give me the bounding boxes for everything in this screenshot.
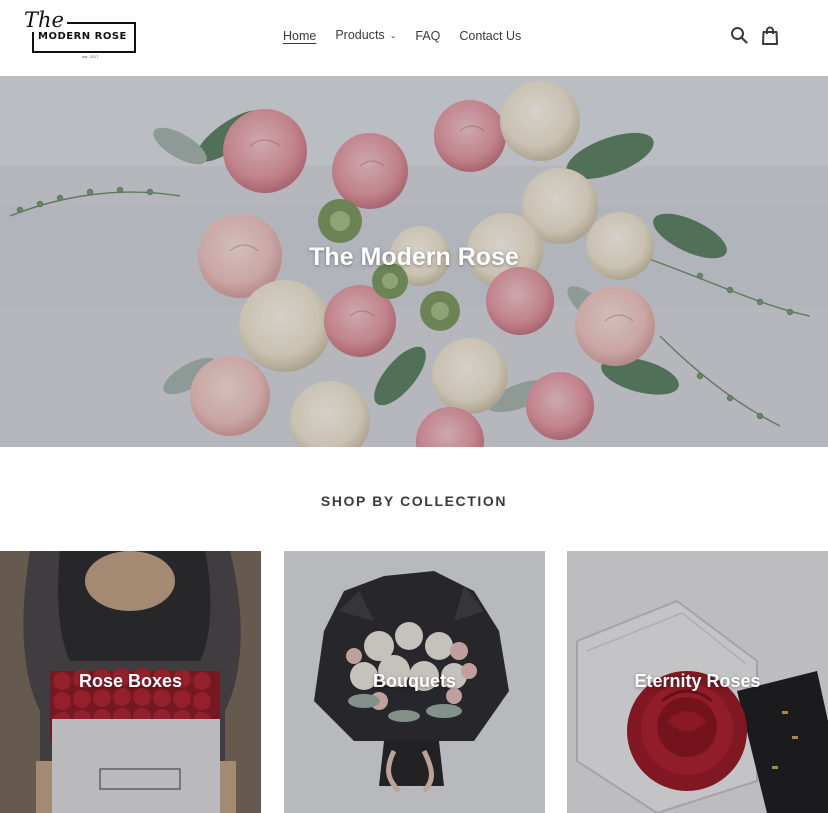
main-nav: Home Products ⌄ FAQ Contact Us: [283, 27, 540, 45]
logo-name: MODERN ROSE: [38, 31, 127, 42]
collection-card-bouquets[interactable]: Bouquets: [284, 551, 545, 813]
logo-script: The: [24, 8, 67, 32]
cart-icon[interactable]: [759, 24, 781, 46]
collection-label: Bouquets: [373, 671, 456, 691]
chevron-down-icon: ⌄: [389, 31, 397, 40]
collection-card-eternity-roses[interactable]: Eternity Roses: [567, 551, 828, 813]
search-icon[interactable]: [728, 24, 750, 46]
header-icons: [728, 24, 790, 46]
nav-products-label: Products: [335, 28, 385, 42]
hero-title: The Modern Rose: [309, 243, 519, 271]
hero-banner: The Modern Rose: [0, 76, 828, 447]
nav-faq[interactable]: FAQ: [415, 28, 440, 44]
collection-card-rose-boxes[interactable]: Rose Boxes: [0, 551, 261, 813]
collection-label: Eternity Roses: [634, 671, 761, 691]
collections-heading: SHOP BY COLLECTION: [320, 493, 508, 509]
brand-logo[interactable]: The MODERN ROSE est. 2017: [24, 8, 138, 59]
nav-products[interactable]: Products ⌄: [335, 27, 396, 45]
nav-contact[interactable]: Contact Us: [459, 28, 521, 44]
nav-home[interactable]: Home: [283, 28, 316, 44]
logo-est: est. 2017: [82, 54, 99, 59]
collection-label: Rose Boxes: [78, 671, 183, 691]
site-header: The MODERN ROSE est. 2017 Home Products ⌄…: [0, 0, 828, 76]
